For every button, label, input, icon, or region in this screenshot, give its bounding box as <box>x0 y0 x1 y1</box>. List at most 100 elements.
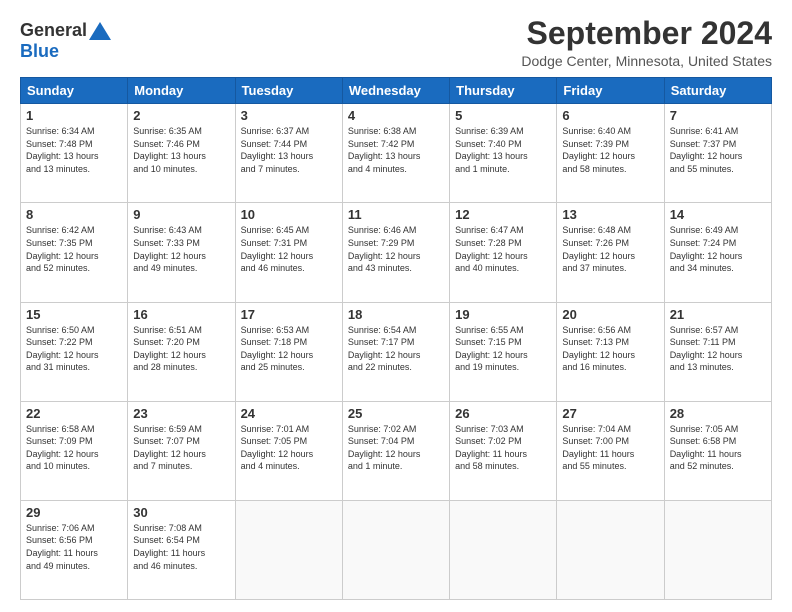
day-cell: 26 Sunrise: 7:03 AMSunset: 7:02 PMDaylig… <box>450 401 557 500</box>
col-saturday: Saturday <box>664 78 771 104</box>
table-row: 15 Sunrise: 6:50 AMSunset: 7:22 PMDaylig… <box>21 302 772 401</box>
day-number: 26 <box>455 406 551 421</box>
day-number: 24 <box>241 406 337 421</box>
day-info: Sunrise: 6:40 AMSunset: 7:39 PMDaylight:… <box>562 125 658 175</box>
day-info: Sunrise: 6:41 AMSunset: 7:37 PMDaylight:… <box>670 125 766 175</box>
day-number: 28 <box>670 406 766 421</box>
location: Dodge Center, Minnesota, United States <box>521 53 772 69</box>
day-cell: 4 Sunrise: 6:38 AMSunset: 7:42 PMDayligh… <box>342 104 449 203</box>
day-cell-empty <box>235 500 342 599</box>
day-cell: 14 Sunrise: 6:49 AMSunset: 7:24 PMDaylig… <box>664 203 771 302</box>
day-info: Sunrise: 6:39 AMSunset: 7:40 PMDaylight:… <box>455 125 551 175</box>
day-cell: 28 Sunrise: 7:05 AMSunset: 6:58 PMDaylig… <box>664 401 771 500</box>
day-info: Sunrise: 6:50 AMSunset: 7:22 PMDaylight:… <box>26 324 122 374</box>
logo: General Blue <box>20 16 111 62</box>
table-row: 22 Sunrise: 6:58 AMSunset: 7:09 PMDaylig… <box>21 401 772 500</box>
day-number: 8 <box>26 207 122 222</box>
day-number: 3 <box>241 108 337 123</box>
day-info: Sunrise: 7:01 AMSunset: 7:05 PMDaylight:… <box>241 423 337 473</box>
day-number: 30 <box>133 505 229 520</box>
day-info: Sunrise: 6:58 AMSunset: 7:09 PMDaylight:… <box>26 423 122 473</box>
day-info: Sunrise: 6:47 AMSunset: 7:28 PMDaylight:… <box>455 224 551 274</box>
col-monday: Monday <box>128 78 235 104</box>
page: General Blue September 2024 Dodge Center… <box>0 0 792 612</box>
logo-icon <box>89 22 111 40</box>
day-cell: 22 Sunrise: 6:58 AMSunset: 7:09 PMDaylig… <box>21 401 128 500</box>
day-number: 23 <box>133 406 229 421</box>
month-title: September 2024 <box>521 16 772 51</box>
day-info: Sunrise: 7:03 AMSunset: 7:02 PMDaylight:… <box>455 423 551 473</box>
col-thursday: Thursday <box>450 78 557 104</box>
day-number: 9 <box>133 207 229 222</box>
day-info: Sunrise: 7:04 AMSunset: 7:00 PMDaylight:… <box>562 423 658 473</box>
day-info: Sunrise: 7:06 AMSunset: 6:56 PMDaylight:… <box>26 522 122 572</box>
day-cell: 5 Sunrise: 6:39 AMSunset: 7:40 PMDayligh… <box>450 104 557 203</box>
day-number: 2 <box>133 108 229 123</box>
day-info: Sunrise: 6:42 AMSunset: 7:35 PMDaylight:… <box>26 224 122 274</box>
day-number: 29 <box>26 505 122 520</box>
logo-general: General <box>20 20 87 41</box>
day-number: 19 <box>455 307 551 322</box>
day-cell: 17 Sunrise: 6:53 AMSunset: 7:18 PMDaylig… <box>235 302 342 401</box>
day-info: Sunrise: 6:54 AMSunset: 7:17 PMDaylight:… <box>348 324 444 374</box>
day-number: 12 <box>455 207 551 222</box>
table-row: 1 Sunrise: 6:34 AMSunset: 7:48 PMDayligh… <box>21 104 772 203</box>
day-info: Sunrise: 6:46 AMSunset: 7:29 PMDaylight:… <box>348 224 444 274</box>
day-cell: 7 Sunrise: 6:41 AMSunset: 7:37 PMDayligh… <box>664 104 771 203</box>
day-info: Sunrise: 6:51 AMSunset: 7:20 PMDaylight:… <box>133 324 229 374</box>
day-number: 21 <box>670 307 766 322</box>
day-number: 14 <box>670 207 766 222</box>
day-info: Sunrise: 7:08 AMSunset: 6:54 PMDaylight:… <box>133 522 229 572</box>
col-sunday: Sunday <box>21 78 128 104</box>
day-cell: 9 Sunrise: 6:43 AMSunset: 7:33 PMDayligh… <box>128 203 235 302</box>
day-number: 7 <box>670 108 766 123</box>
day-number: 10 <box>241 207 337 222</box>
day-number: 18 <box>348 307 444 322</box>
day-info: Sunrise: 6:38 AMSunset: 7:42 PMDaylight:… <box>348 125 444 175</box>
day-info: Sunrise: 6:48 AMSunset: 7:26 PMDaylight:… <box>562 224 658 274</box>
day-cell: 27 Sunrise: 7:04 AMSunset: 7:00 PMDaylig… <box>557 401 664 500</box>
day-cell-empty <box>664 500 771 599</box>
day-number: 5 <box>455 108 551 123</box>
day-info: Sunrise: 6:57 AMSunset: 7:11 PMDaylight:… <box>670 324 766 374</box>
day-cell: 18 Sunrise: 6:54 AMSunset: 7:17 PMDaylig… <box>342 302 449 401</box>
day-number: 6 <box>562 108 658 123</box>
title-section: September 2024 Dodge Center, Minnesota, … <box>521 16 772 69</box>
day-cell: 20 Sunrise: 6:56 AMSunset: 7:13 PMDaylig… <box>557 302 664 401</box>
day-number: 13 <box>562 207 658 222</box>
calendar-header-row: Sunday Monday Tuesday Wednesday Thursday… <box>21 78 772 104</box>
day-cell: 30 Sunrise: 7:08 AMSunset: 6:54 PMDaylig… <box>128 500 235 599</box>
day-cell-empty <box>557 500 664 599</box>
day-cell: 15 Sunrise: 6:50 AMSunset: 7:22 PMDaylig… <box>21 302 128 401</box>
day-info: Sunrise: 6:53 AMSunset: 7:18 PMDaylight:… <box>241 324 337 374</box>
day-info: Sunrise: 6:59 AMSunset: 7:07 PMDaylight:… <box>133 423 229 473</box>
day-cell-empty <box>342 500 449 599</box>
day-cell: 1 Sunrise: 6:34 AMSunset: 7:48 PMDayligh… <box>21 104 128 203</box>
day-cell: 11 Sunrise: 6:46 AMSunset: 7:29 PMDaylig… <box>342 203 449 302</box>
calendar-table: Sunday Monday Tuesday Wednesday Thursday… <box>20 77 772 600</box>
day-cell: 19 Sunrise: 6:55 AMSunset: 7:15 PMDaylig… <box>450 302 557 401</box>
col-friday: Friday <box>557 78 664 104</box>
day-cell: 23 Sunrise: 6:59 AMSunset: 7:07 PMDaylig… <box>128 401 235 500</box>
day-cell: 24 Sunrise: 7:01 AMSunset: 7:05 PMDaylig… <box>235 401 342 500</box>
day-cell: 6 Sunrise: 6:40 AMSunset: 7:39 PMDayligh… <box>557 104 664 203</box>
day-info: Sunrise: 7:05 AMSunset: 6:58 PMDaylight:… <box>670 423 766 473</box>
table-row: 29 Sunrise: 7:06 AMSunset: 6:56 PMDaylig… <box>21 500 772 599</box>
col-tuesday: Tuesday <box>235 78 342 104</box>
day-cell: 29 Sunrise: 7:06 AMSunset: 6:56 PMDaylig… <box>21 500 128 599</box>
day-number: 11 <box>348 207 444 222</box>
day-number: 15 <box>26 307 122 322</box>
day-info: Sunrise: 6:35 AMSunset: 7:46 PMDaylight:… <box>133 125 229 175</box>
logo-text: General <box>20 20 111 41</box>
day-cell: 2 Sunrise: 6:35 AMSunset: 7:46 PMDayligh… <box>128 104 235 203</box>
day-info: Sunrise: 6:37 AMSunset: 7:44 PMDaylight:… <box>241 125 337 175</box>
day-cell: 8 Sunrise: 6:42 AMSunset: 7:35 PMDayligh… <box>21 203 128 302</box>
day-number: 20 <box>562 307 658 322</box>
col-wednesday: Wednesday <box>342 78 449 104</box>
day-cell: 12 Sunrise: 6:47 AMSunset: 7:28 PMDaylig… <box>450 203 557 302</box>
day-cell: 3 Sunrise: 6:37 AMSunset: 7:44 PMDayligh… <box>235 104 342 203</box>
table-row: 8 Sunrise: 6:42 AMSunset: 7:35 PMDayligh… <box>21 203 772 302</box>
day-info: Sunrise: 6:34 AMSunset: 7:48 PMDaylight:… <box>26 125 122 175</box>
header: General Blue September 2024 Dodge Center… <box>20 16 772 69</box>
day-cell-empty <box>450 500 557 599</box>
